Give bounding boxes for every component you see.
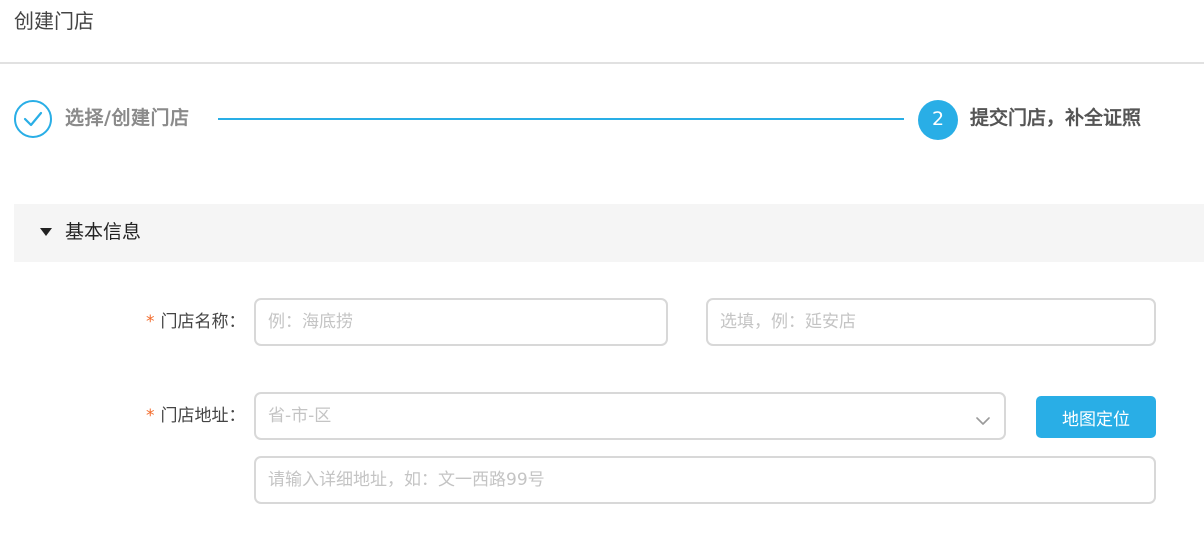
step2-label: 提交门店，补全证照 (970, 107, 1142, 129)
step-connector-line (218, 118, 904, 120)
store-address-label-text: 门店地址： (160, 406, 246, 426)
required-mark: * (146, 312, 155, 332)
section-title: 基本信息 (65, 221, 142, 243)
required-mark: * (146, 406, 155, 426)
page-title: 创建门店 (14, 9, 94, 33)
store-branch-input[interactable] (706, 298, 1156, 346)
step2-number-badge: 2 (918, 100, 958, 140)
check-circle-icon (14, 100, 52, 138)
region-select-placeholder: 省-市-区 (268, 406, 332, 426)
map-locate-button[interactable]: 地图定位 (1036, 396, 1156, 438)
detail-address-input[interactable] (254, 456, 1156, 504)
step1-label: 选择/创建门店 (65, 107, 190, 129)
title-divider (0, 62, 1204, 64)
store-name-label: * 门店名称： (146, 309, 246, 335)
region-select[interactable]: 省-市-区 (254, 392, 1006, 440)
store-address-label: * 门店地址： (146, 403, 246, 429)
caret-down-icon (40, 228, 52, 236)
store-name-label-text: 门店名称： (160, 312, 246, 332)
store-name-input[interactable] (254, 298, 668, 346)
section-header-basic-info[interactable]: 基本信息 (14, 204, 1204, 262)
chevron-down-icon (976, 411, 990, 430)
